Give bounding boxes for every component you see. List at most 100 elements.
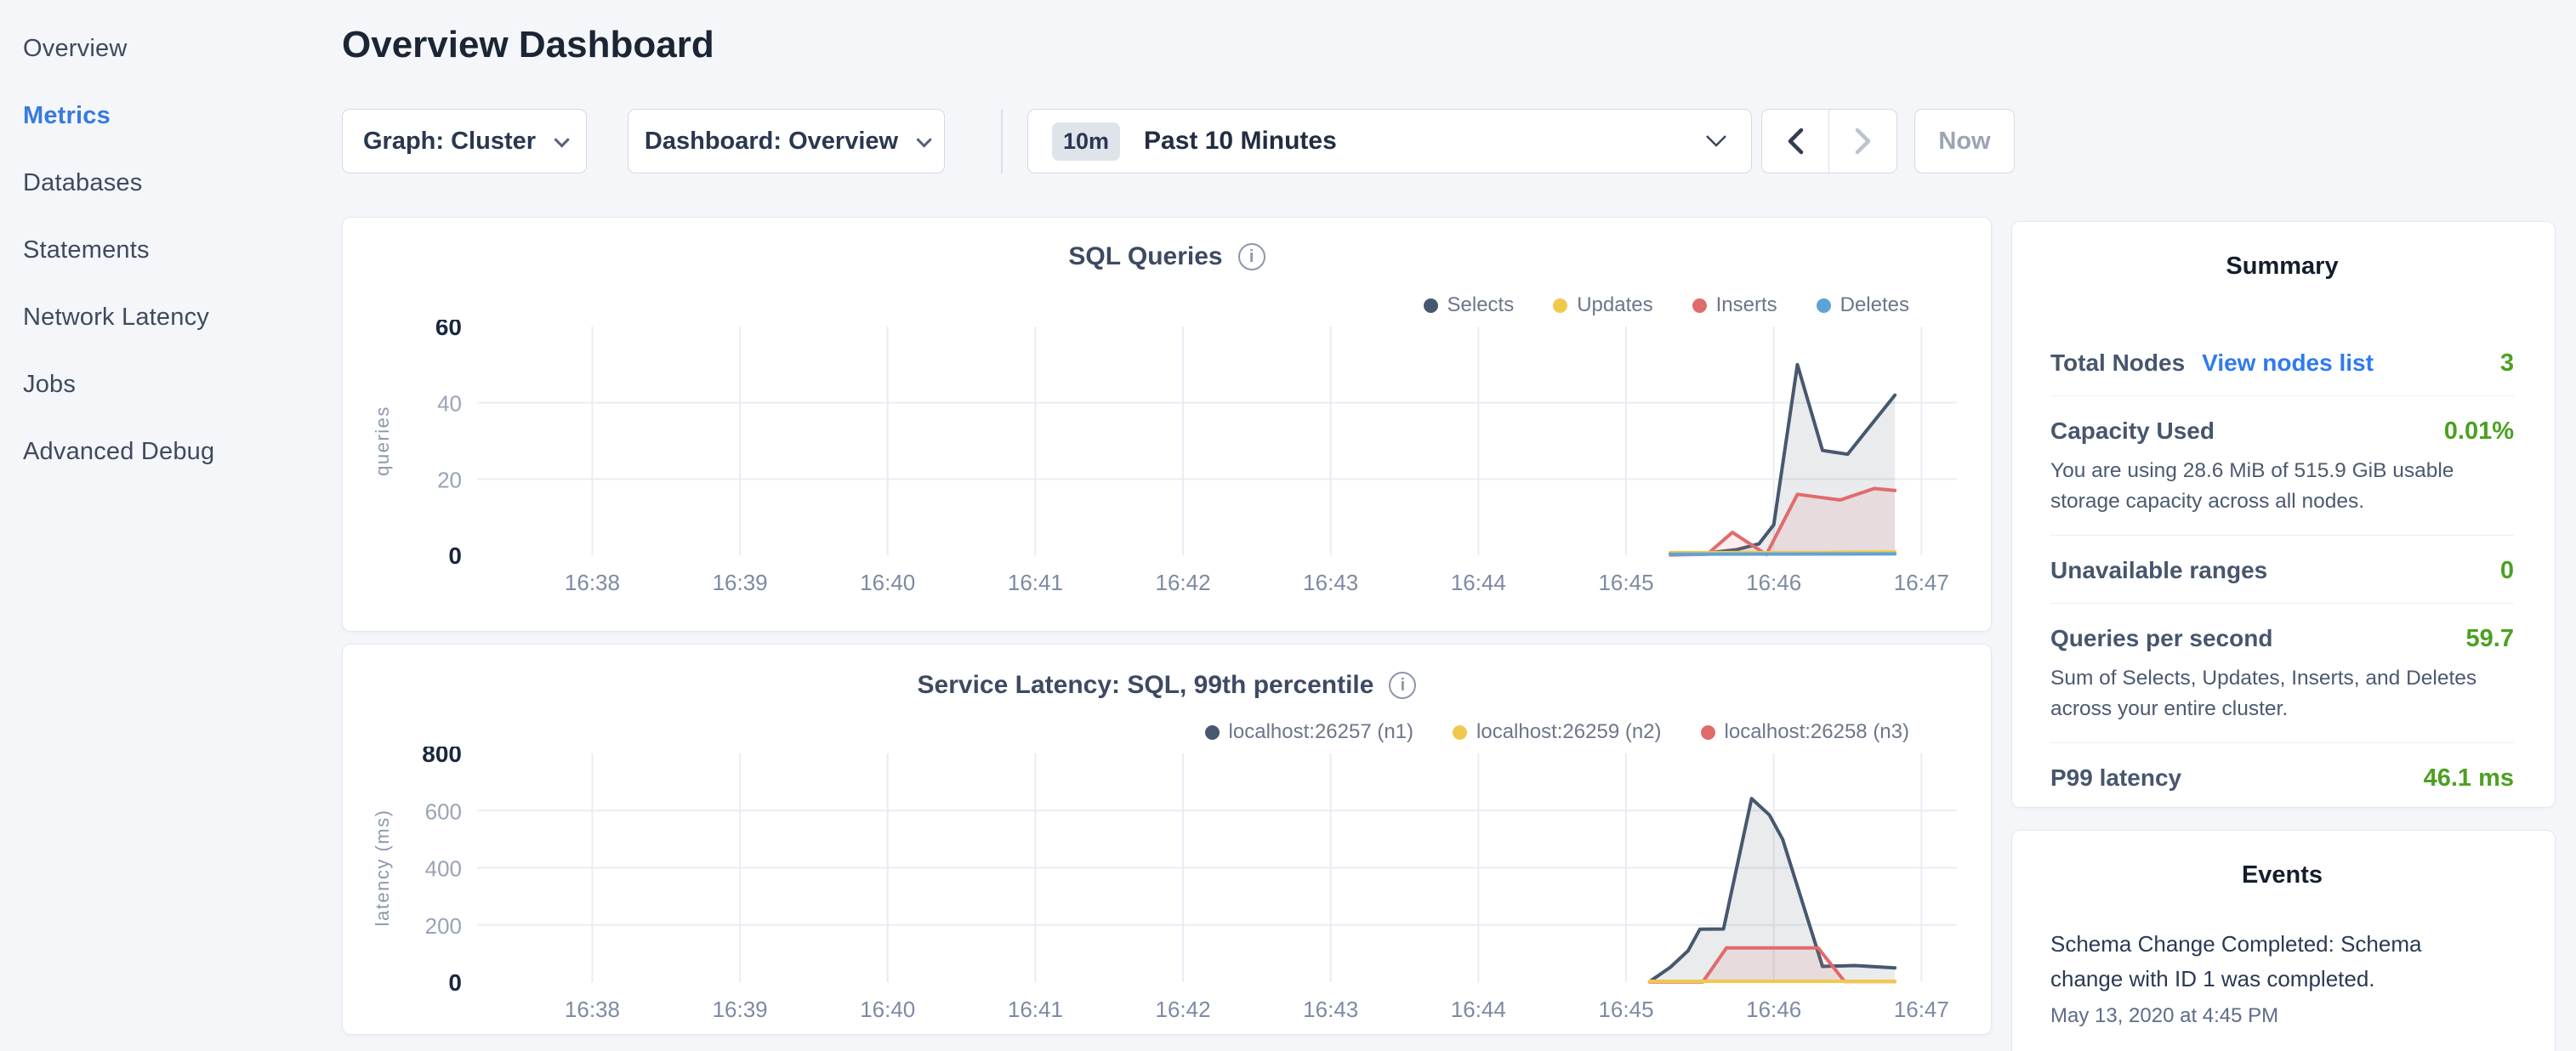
time-range-dropdown[interactable]: 10m Past 10 Minutes — [1027, 109, 1752, 173]
sidebar: OverviewMetricsDatabasesStatementsNetwor… — [0, 0, 340, 1051]
summary-row-label: P99 latency — [2050, 764, 2181, 792]
summary-row: Capacity Used0.01%You are using 28.6 MiB… — [2050, 396, 2514, 536]
dashboard-dropdown[interactable]: Dashboard: Overview — [628, 109, 945, 173]
dashboard-body: SQL Queries i Selects Updates Inserts Delet… — [342, 217, 2556, 1051]
summary-row-value: 0 — [2500, 557, 2514, 585]
legend-swatch — [1424, 298, 1438, 313]
charts-column: SQL Queries i Selects Updates Inserts Delet… — [342, 217, 1992, 1035]
svg-text:20: 20 — [437, 467, 462, 492]
sidebar-item-metrics[interactable]: Metrics — [23, 82, 340, 150]
sidebar-item-overview[interactable]: Overview — [23, 15, 340, 82]
svg-text:16:45: 16:45 — [1598, 997, 1653, 1022]
legend-item[interactable]: localhost:26258 (n3) — [1701, 720, 1909, 744]
sidebar-item-advanced-debug[interactable]: Advanced Debug — [23, 418, 340, 486]
svg-text:60: 60 — [435, 320, 462, 340]
summary-row-label: Queries per second — [2050, 625, 2272, 652]
svg-text:16:41: 16:41 — [1008, 570, 1063, 595]
time-forward-button[interactable] — [1829, 110, 1896, 173]
summary-rows: Total NodesView nodes list3Capacity Used… — [2050, 328, 2514, 808]
legend-item[interactable]: localhost:26259 (n2) — [1453, 720, 1661, 744]
svg-text:16:46: 16:46 — [1746, 570, 1801, 595]
summary-row-description: Sum of Selects, Updates, Inserts, and De… — [2050, 663, 2514, 724]
summary-row-head: Capacity Used0.01% — [2050, 418, 2514, 446]
legend-label: Updates — [1577, 293, 1652, 317]
svg-text:16:38: 16:38 — [565, 997, 620, 1022]
sidebar-item-jobs[interactable]: Jobs — [23, 351, 340, 418]
view-nodes-list-link[interactable]: View nodes list — [2202, 349, 2374, 377]
legend-label: localhost:26257 (n1) — [1229, 720, 1413, 744]
page-title: Overview Dashboard — [342, 24, 2556, 66]
legend-label: localhost:26259 (n2) — [1476, 720, 1661, 744]
svg-text:latency (ms): latency (ms) — [372, 810, 393, 927]
legend-item[interactable]: Inserts — [1692, 293, 1777, 317]
legend-item[interactable]: localhost:26257 (n1) — [1205, 720, 1413, 744]
svg-text:16:40: 16:40 — [860, 997, 915, 1022]
summary-title: Summary — [2050, 253, 2514, 281]
chevron-down-icon — [917, 132, 932, 147]
main-content: Overview Dashboard Graph: Cluster Dashbo… — [340, 0, 2576, 1051]
legend-label: Deletes — [1840, 293, 1909, 317]
summary-row-value: 0.01% — [2444, 418, 2514, 446]
info-icon[interactable]: i — [1389, 672, 1416, 699]
svg-text:16:45: 16:45 — [1598, 570, 1653, 595]
summary-row-head: P99 latency46.1 ms — [2050, 764, 2514, 793]
time-range-label: Past 10 Minutes — [1144, 127, 1337, 156]
time-range-badge: 10m — [1052, 122, 1120, 161]
summary-row-label: Unavailable ranges — [2050, 557, 2267, 584]
legend-swatch — [1453, 725, 1467, 740]
legend-swatch — [1692, 298, 1707, 313]
svg-text:800: 800 — [422, 747, 462, 767]
svg-text:16:41: 16:41 — [1008, 997, 1063, 1022]
svg-text:16:38: 16:38 — [565, 570, 620, 595]
time-back-button[interactable] — [1762, 110, 1829, 173]
svg-text:16:39: 16:39 — [713, 997, 768, 1022]
svg-text:16:43: 16:43 — [1303, 570, 1358, 595]
event-item[interactable]: Schema Change Completed: Schema change w… — [2050, 927, 2514, 1028]
time-step-buttons — [1761, 109, 1897, 173]
sql-queries-chart[interactable]: 020406016:3816:3916:4016:4116:4216:4316:… — [358, 320, 1974, 600]
chevron-down-icon — [554, 132, 569, 147]
info-icon[interactable]: i — [1238, 243, 1265, 270]
chevron-left-icon — [1787, 128, 1804, 155]
svg-text:16:42: 16:42 — [1156, 570, 1211, 595]
svg-text:200: 200 — [425, 913, 462, 939]
summary-row-value: 3 — [2500, 349, 2514, 378]
sidebar-item-statements[interactable]: Statements — [23, 217, 340, 284]
svg-text:0: 0 — [448, 543, 462, 569]
svg-text:16:43: 16:43 — [1303, 997, 1358, 1022]
svg-text:0: 0 — [448, 969, 462, 996]
controls-bar: Graph: Cluster Dashboard: Overview 10m P… — [342, 109, 2556, 173]
events-title: Events — [2050, 861, 2514, 889]
summary-row: P99 latency46.1 ms — [2050, 743, 2514, 808]
summary-row-head: Total NodesView nodes list3 — [2050, 349, 2514, 378]
legend-item[interactable]: Updates — [1553, 293, 1652, 317]
sidebar-item-databases[interactable]: Databases — [23, 150, 340, 217]
now-button[interactable]: Now — [1914, 109, 2015, 173]
chart-legend: localhost:26257 (n1) localhost:26259 (n2)… — [343, 721, 1909, 743]
graph-dropdown[interactable]: Graph: Cluster — [342, 109, 587, 173]
summary-row: Total NodesView nodes list3 — [2050, 328, 2514, 396]
legend-label: Inserts — [1716, 293, 1777, 317]
svg-text:16:39: 16:39 — [713, 570, 768, 595]
svg-text:16:42: 16:42 — [1156, 997, 1211, 1022]
events-panel: Events Schema Change Completed: Schema c… — [2011, 830, 2556, 1051]
sql-queries-chart-card: SQL Queries i Selects Updates Inserts Delet… — [342, 217, 1992, 632]
svg-text:600: 600 — [425, 798, 462, 824]
legend-swatch — [1701, 725, 1715, 740]
sidebar-item-network-latency[interactable]: Network Latency — [23, 284, 340, 351]
legend-label: Selects — [1447, 293, 1515, 317]
svg-text:16:47: 16:47 — [1894, 570, 1949, 595]
chart-title-row: SQL Queries i — [343, 241, 1991, 272]
summary-panel: Summary Total NodesView nodes list3Capac… — [2011, 221, 2556, 808]
chevron-down-icon — [1705, 134, 1727, 148]
legend-label: localhost:26258 (n3) — [1725, 720, 1909, 744]
legend-swatch — [1553, 298, 1567, 313]
legend-item[interactable]: Selects — [1424, 293, 1515, 317]
service-latency-chart-card: Service Latency: SQL, 99th percentile i … — [342, 644, 1992, 1035]
legend-swatch — [1205, 725, 1220, 740]
legend-item[interactable]: Deletes — [1817, 293, 1909, 317]
svg-text:40: 40 — [437, 391, 462, 417]
summary-row: Queries per second59.7Sum of Selects, Up… — [2050, 604, 2514, 743]
service-latency-chart[interactable]: 020040060080016:3816:3916:4016:4116:4216… — [358, 747, 1974, 1027]
svg-text:16:47: 16:47 — [1894, 997, 1949, 1022]
